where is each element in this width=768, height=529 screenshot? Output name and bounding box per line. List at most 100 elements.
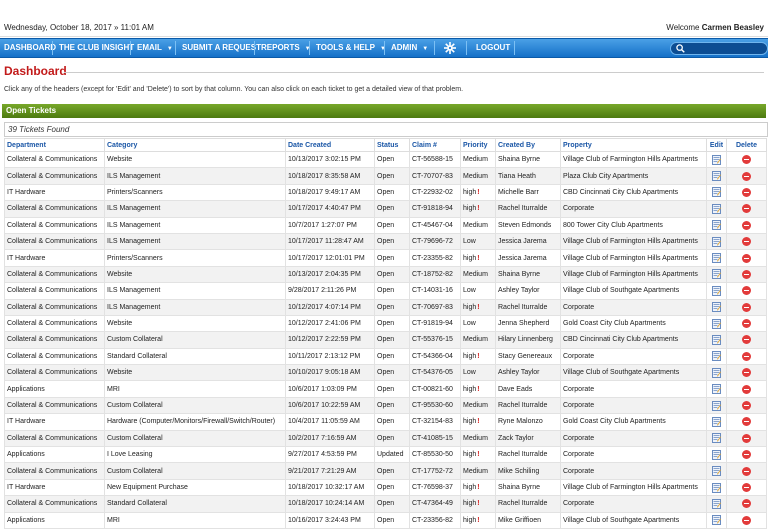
table-row[interactable]: Collateral & Communications Website 10/13/…: [4, 265, 767, 284]
nav-tools-help[interactable]: Tools & Help ▼: [316, 39, 386, 57]
cell-priority: Low: [460, 364, 496, 382]
table-row[interactable]: IT Hardware Hardware (Computer/Monitors/F…: [4, 413, 767, 431]
delete-icon[interactable]: [742, 515, 751, 525]
delete-icon[interactable]: [742, 466, 751, 476]
delete-icon[interactable]: [742, 155, 751, 165]
cell-status: Open: [374, 183, 410, 202]
delete-icon[interactable]: [742, 269, 751, 279]
cell-priority: high!: [460, 298, 496, 316]
main-nav: Dashboard The Club Insight Email ▼ Submit…: [0, 38, 768, 58]
cell-created-by: Steven Edmonds: [495, 216, 561, 234]
edit-icon[interactable]: [712, 154, 721, 165]
edit-icon[interactable]: [712, 433, 721, 444]
table-row[interactable]: Applications I Love Leasing 9/27/2017 4:53…: [4, 446, 767, 464]
delete-icon[interactable]: [742, 253, 751, 263]
table-row[interactable]: Applications MRI 10/6/2017 1:03:09 PM Open C…: [4, 380, 767, 398]
delete-icon[interactable]: [742, 319, 751, 329]
delete-icon[interactable]: [742, 483, 751, 492]
nav-reports[interactable]: Reports ▼: [261, 39, 311, 57]
delete-icon[interactable]: [742, 171, 751, 181]
column-header-created-by[interactable]: Created By: [495, 138, 561, 152]
table-row[interactable]: Collateral & Communications Custom Collat…: [4, 429, 767, 448]
delete-icon[interactable]: [742, 220, 751, 230]
delete-icon[interactable]: [742, 335, 751, 345]
cell-department: Applications: [4, 511, 105, 529]
delete-icon[interactable]: [742, 204, 751, 214]
table-row[interactable]: Collateral & Communications Website 10/12/…: [4, 314, 767, 333]
gear-icon[interactable]: [444, 42, 456, 54]
edit-icon[interactable]: [712, 351, 721, 362]
delete-icon[interactable]: [742, 368, 751, 378]
delete-icon[interactable]: [742, 302, 751, 312]
alert-icon: !: [477, 254, 480, 262]
table-row[interactable]: Collateral & Communications Custom Collat…: [4, 331, 767, 349]
column-header-category[interactable]: Category: [104, 138, 286, 152]
nav-club-insight[interactable]: The Club Insight: [59, 39, 134, 57]
column-header-date-created[interactable]: Date Created: [285, 138, 375, 152]
table-row[interactable]: Collateral & Communications Website 10/10/…: [4, 364, 767, 382]
table-row[interactable]: Collateral & Communications ILS Managemen…: [4, 232, 767, 251]
edit-icon[interactable]: [712, 466, 721, 477]
cell-priority: Medium: [460, 150, 496, 169]
delete-icon[interactable]: [742, 351, 751, 361]
nav-logout[interactable]: Logout: [476, 39, 510, 57]
cell-priority: high!: [460, 380, 496, 398]
edit-icon[interactable]: [712, 171, 721, 182]
table-row[interactable]: Collateral & Communications ILS Managemen…: [4, 298, 767, 316]
table-row[interactable]: Collateral & Communications Standard Coll…: [4, 347, 767, 366]
delete-icon[interactable]: [742, 187, 751, 197]
table-row[interactable]: Collateral & Communications Website 10/13/…: [4, 150, 767, 169]
edit-icon[interactable]: [712, 236, 721, 247]
edit-icon[interactable]: [712, 384, 721, 395]
edit-icon[interactable]: [712, 187, 721, 198]
cell-department: Applications: [4, 446, 105, 464]
delete-icon[interactable]: [742, 450, 751, 460]
table-row[interactable]: Collateral & Communications Custom Collat…: [4, 462, 767, 480]
edit-icon[interactable]: [712, 302, 721, 313]
delete-icon[interactable]: [742, 499, 751, 509]
table-row[interactable]: Collateral & Communications Custom Collat…: [4, 396, 767, 415]
nav-submit-request[interactable]: Submit a Request: [182, 39, 261, 57]
nav-admin[interactable]: Admin ▼: [391, 39, 428, 57]
edit-icon[interactable]: [712, 220, 721, 231]
column-header-property[interactable]: Property: [560, 138, 707, 152]
nav-dashboard[interactable]: Dashboard: [4, 39, 56, 57]
nav-club-insight-label: The Club Insight: [59, 43, 135, 52]
edit-icon[interactable]: [712, 253, 721, 264]
edit-icon[interactable]: [712, 334, 721, 345]
nav-email[interactable]: Email ▼: [137, 39, 173, 57]
table-row[interactable]: Collateral & Communications Standard Coll…: [4, 495, 767, 513]
table-row[interactable]: Collateral & Communications ILS Managemen…: [4, 200, 767, 218]
table-row[interactable]: Collateral & Communications ILS Managemen…: [4, 216, 767, 234]
column-header-department[interactable]: Department: [4, 138, 105, 152]
edit-icon[interactable]: [712, 416, 721, 427]
edit-icon[interactable]: [712, 498, 721, 509]
edit-icon[interactable]: [712, 318, 721, 329]
search-input[interactable]: [670, 42, 768, 55]
table-row[interactable]: Collateral & Communications ILS Managemen…: [4, 167, 767, 185]
table-row[interactable]: IT Hardware Printers/Scanners 10/18/2017 9…: [4, 183, 767, 202]
column-header-claim-number[interactable]: Claim #: [409, 138, 461, 152]
delete-icon[interactable]: [742, 384, 751, 394]
column-header-status[interactable]: Status: [374, 138, 410, 152]
edit-icon[interactable]: [712, 285, 721, 296]
cell-date-created: 10/17/2017 4:40:47 PM: [285, 200, 375, 218]
delete-icon[interactable]: [742, 417, 751, 427]
table-row[interactable]: IT Hardware Printers/Scanners 10/17/2017 1…: [4, 249, 767, 267]
delete-icon[interactable]: [742, 286, 751, 296]
delete-icon[interactable]: [742, 237, 751, 247]
edit-icon[interactable]: [712, 482, 721, 493]
edit-icon[interactable]: [712, 269, 721, 280]
column-header-priority[interactable]: Priority: [460, 138, 496, 152]
edit-icon[interactable]: [712, 400, 721, 411]
edit-icon[interactable]: [712, 449, 721, 460]
table-row[interactable]: Collateral & Communications ILS Managemen…: [4, 282, 767, 300]
cell-created-by: Jenna Shepherd: [495, 314, 561, 333]
delete-icon[interactable]: [742, 401, 751, 411]
table-row[interactable]: IT Hardware New Equipment Purchase 10/18/2…: [4, 478, 767, 497]
table-row[interactable]: Applications MRI 10/16/2017 3:24:43 PM Open…: [4, 511, 767, 529]
edit-icon[interactable]: [712, 367, 721, 378]
delete-icon[interactable]: [742, 433, 751, 443]
edit-icon[interactable]: [712, 203, 721, 214]
cell-claim-number: CT-70707-83: [409, 167, 461, 185]
